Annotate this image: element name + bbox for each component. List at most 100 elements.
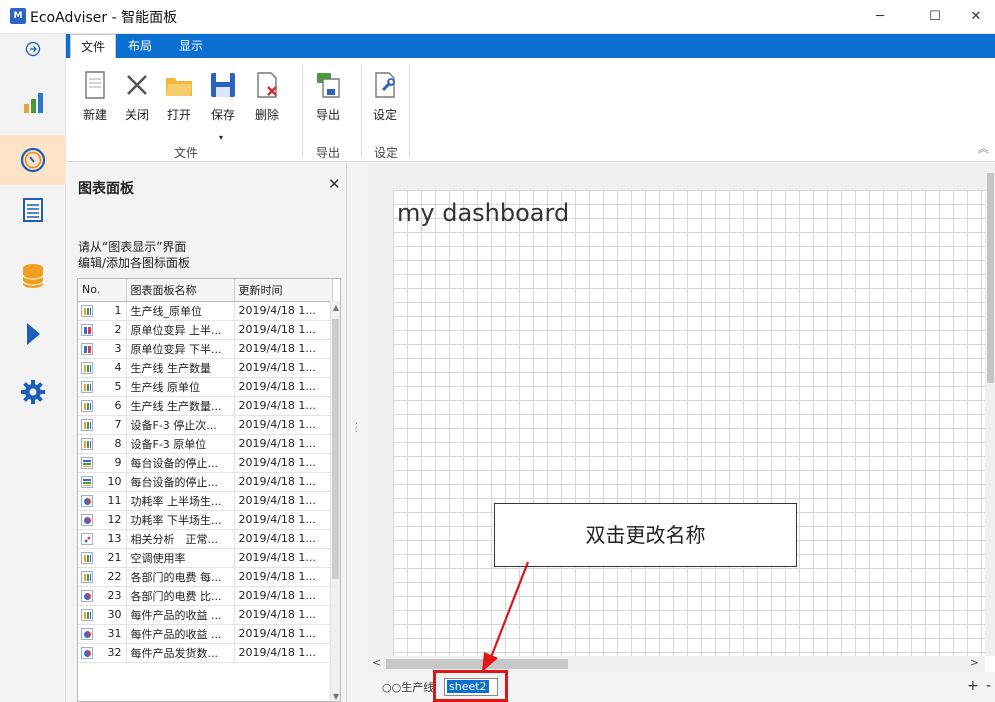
scroll-down-icon[interactable]: ▼ xyxy=(331,692,340,701)
ribbon: 新建 关闭 打开 保存 ▾ 删除 导出 设定 文件 导出 设定 ︽ xyxy=(66,58,995,162)
panel-splitter[interactable]: · · · xyxy=(347,163,368,702)
nav-run-button[interactable] xyxy=(0,309,66,359)
new-button[interactable]: 新建 xyxy=(76,64,114,134)
scroll-left-icon[interactable]: < xyxy=(372,656,381,669)
scroll-right-icon[interactable]: > xyxy=(970,656,979,669)
column-header-name[interactable]: 图表面板名称 xyxy=(126,279,235,302)
row-number-cell: 9 xyxy=(78,453,127,473)
close-icon xyxy=(127,75,147,95)
row-number: 32 xyxy=(107,646,122,659)
row-update-time: 2019/4/18 1... xyxy=(234,415,333,435)
table-row[interactable]: 32 每件产品发货数... 2019/4/18 1... xyxy=(78,643,333,663)
group-label-export: 导出 xyxy=(316,146,341,160)
nav-settings-button[interactable] xyxy=(0,367,66,417)
column-header-time[interactable]: 更新时间 xyxy=(234,279,333,302)
table-row[interactable]: 12 功耗率 下半场生... 2019/4/18 1... xyxy=(78,510,333,530)
panel-close-icon[interactable]: ✕ xyxy=(328,175,341,193)
bar-chart-icon xyxy=(81,418,93,431)
table-row[interactable]: 21 空调使用率 2019/4/18 1... xyxy=(78,548,333,568)
canvas-vertical-scrollbar[interactable] xyxy=(985,163,995,656)
save-button[interactable]: 保存 ▾ xyxy=(204,64,242,142)
add-sheet-button[interactable]: + xyxy=(967,678,979,694)
close-window-button[interactable]: ✕ xyxy=(953,0,995,34)
row-update-time: 2019/4/18 1... xyxy=(234,453,333,473)
row-number: 21 xyxy=(107,551,122,564)
bar-chart-icon xyxy=(81,380,93,393)
table-row[interactable]: 10 每台设备的停止... 2019/4/18 1... xyxy=(78,472,333,492)
callout-box: 双击更改名称 xyxy=(494,503,797,567)
nav-dashboard-button[interactable] xyxy=(0,135,66,185)
folder-open-icon xyxy=(166,78,192,96)
export-button[interactable]: 导出 xyxy=(309,64,347,134)
save-button-label: 保存 xyxy=(210,108,235,122)
row-number: 9 xyxy=(114,456,122,469)
bar-chart-icon xyxy=(81,570,93,583)
table-row[interactable]: 8 设备F-3 原单位 2019/4/18 1... xyxy=(78,434,333,454)
save-dropdown-chevron-icon[interactable]: ▾ xyxy=(219,133,223,142)
table-row[interactable]: 22 各部门的电费 每... 2019/4/18 1... xyxy=(78,567,333,587)
row-update-time: 2019/4/18 1... xyxy=(234,396,333,416)
sheet-tab-production-line[interactable]: ○○生产线 xyxy=(382,679,434,695)
database-icon xyxy=(22,264,44,288)
row-update-time: 2019/4/18 1... xyxy=(234,301,333,321)
nav-report-button[interactable] xyxy=(0,185,66,235)
row-number: 23 xyxy=(107,589,122,602)
list-scrollbar[interactable]: ▲ ▼ xyxy=(330,301,340,701)
settings-button[interactable]: 设定 xyxy=(366,64,404,134)
list-scroll-thumb[interactable] xyxy=(332,319,339,579)
table-row[interactable]: 30 每件产品的收益 ... 2019/4/18 1... xyxy=(78,605,333,625)
minimize-button[interactable]: ─ xyxy=(857,0,903,34)
new-file-icon xyxy=(85,71,105,99)
table-row[interactable]: 2 原单位变异 上半... 2019/4/18 1... xyxy=(78,320,333,340)
row-update-time: 2019/4/18 1... xyxy=(234,510,333,530)
table-row[interactable]: 23 各部门的电费 比... 2019/4/18 1... xyxy=(78,586,333,606)
canvas-vscroll-thumb[interactable] xyxy=(987,173,994,383)
pie-chart-icon xyxy=(81,589,93,602)
table-row[interactable]: 1 生产线_原单位 2019/4/18 1... xyxy=(78,301,333,321)
row-number: 3 xyxy=(114,342,122,355)
row-number: 11 xyxy=(107,494,122,507)
group-separator xyxy=(361,64,362,158)
table-row[interactable]: 4 生产线 生产数量 2019/4/18 1... xyxy=(78,358,333,378)
ribbon-tab-bar: 文件 布局 显示 xyxy=(66,34,995,58)
bar-chart-icon xyxy=(81,361,93,374)
tab-display[interactable]: 显示 xyxy=(169,34,213,58)
row-number-cell: 12 xyxy=(78,510,127,530)
table-row[interactable]: 3 原单位变异 下半... 2019/4/18 1... xyxy=(78,339,333,359)
collapse-ribbon-icon[interactable]: ︽ xyxy=(978,140,989,156)
tab-file[interactable]: 文件 xyxy=(70,34,117,58)
pie-chart-icon xyxy=(81,494,93,507)
table-row[interactable]: 11 功耗率 上半场生... 2019/4/18 1... xyxy=(78,491,333,511)
tab-layout[interactable]: 布局 xyxy=(118,34,162,58)
row-number: 31 xyxy=(107,627,122,640)
table-row[interactable]: 9 每台设备的停止... 2019/4/18 1... xyxy=(78,453,333,473)
candle-chart-icon xyxy=(81,323,93,336)
scroll-up-icon[interactable]: ▲ xyxy=(331,303,340,312)
pie-chart-icon xyxy=(81,513,93,526)
expand-nav-button[interactable] xyxy=(0,34,66,64)
table-row[interactable]: 31 每件产品的收益 ... 2019/4/18 1... xyxy=(78,624,333,644)
candle-chart-icon xyxy=(81,342,93,355)
nav-chart-button[interactable] xyxy=(0,77,66,127)
table-row[interactable]: 5 生产线 原单位 2019/4/18 1... xyxy=(78,377,333,397)
row-number-cell: 10 xyxy=(78,472,127,492)
row-number: 13 xyxy=(107,532,122,545)
open-button[interactable]: 打开 xyxy=(160,64,198,134)
nav-database-button[interactable] xyxy=(0,251,66,301)
row-number: 12 xyxy=(107,513,122,526)
play-icon xyxy=(27,323,40,345)
new-button-label: 新建 xyxy=(82,108,107,122)
app-logo-icon: M xyxy=(10,8,26,24)
table-row[interactable]: 6 生产线 生产数量... 2019/4/18 1... xyxy=(78,396,333,416)
scatter-chart-icon xyxy=(81,532,93,545)
remove-sheet-button[interactable]: - xyxy=(986,678,991,694)
table-row[interactable]: 13 相关分析 正常... 2019/4/18 1... xyxy=(78,529,333,549)
delete-button[interactable]: 删除 xyxy=(248,64,286,134)
maximize-button[interactable]: ☐ xyxy=(912,0,958,34)
column-header-no[interactable]: No. xyxy=(78,279,127,302)
row-name: 功耗率 下半场生... xyxy=(126,510,235,530)
row-name: 相关分析 正常... xyxy=(126,529,235,549)
close-file-button[interactable]: 关闭 xyxy=(118,64,156,134)
row-number-cell: 3 xyxy=(78,339,127,359)
table-row[interactable]: 7 设备F-3 停止次... 2019/4/18 1... xyxy=(78,415,333,435)
